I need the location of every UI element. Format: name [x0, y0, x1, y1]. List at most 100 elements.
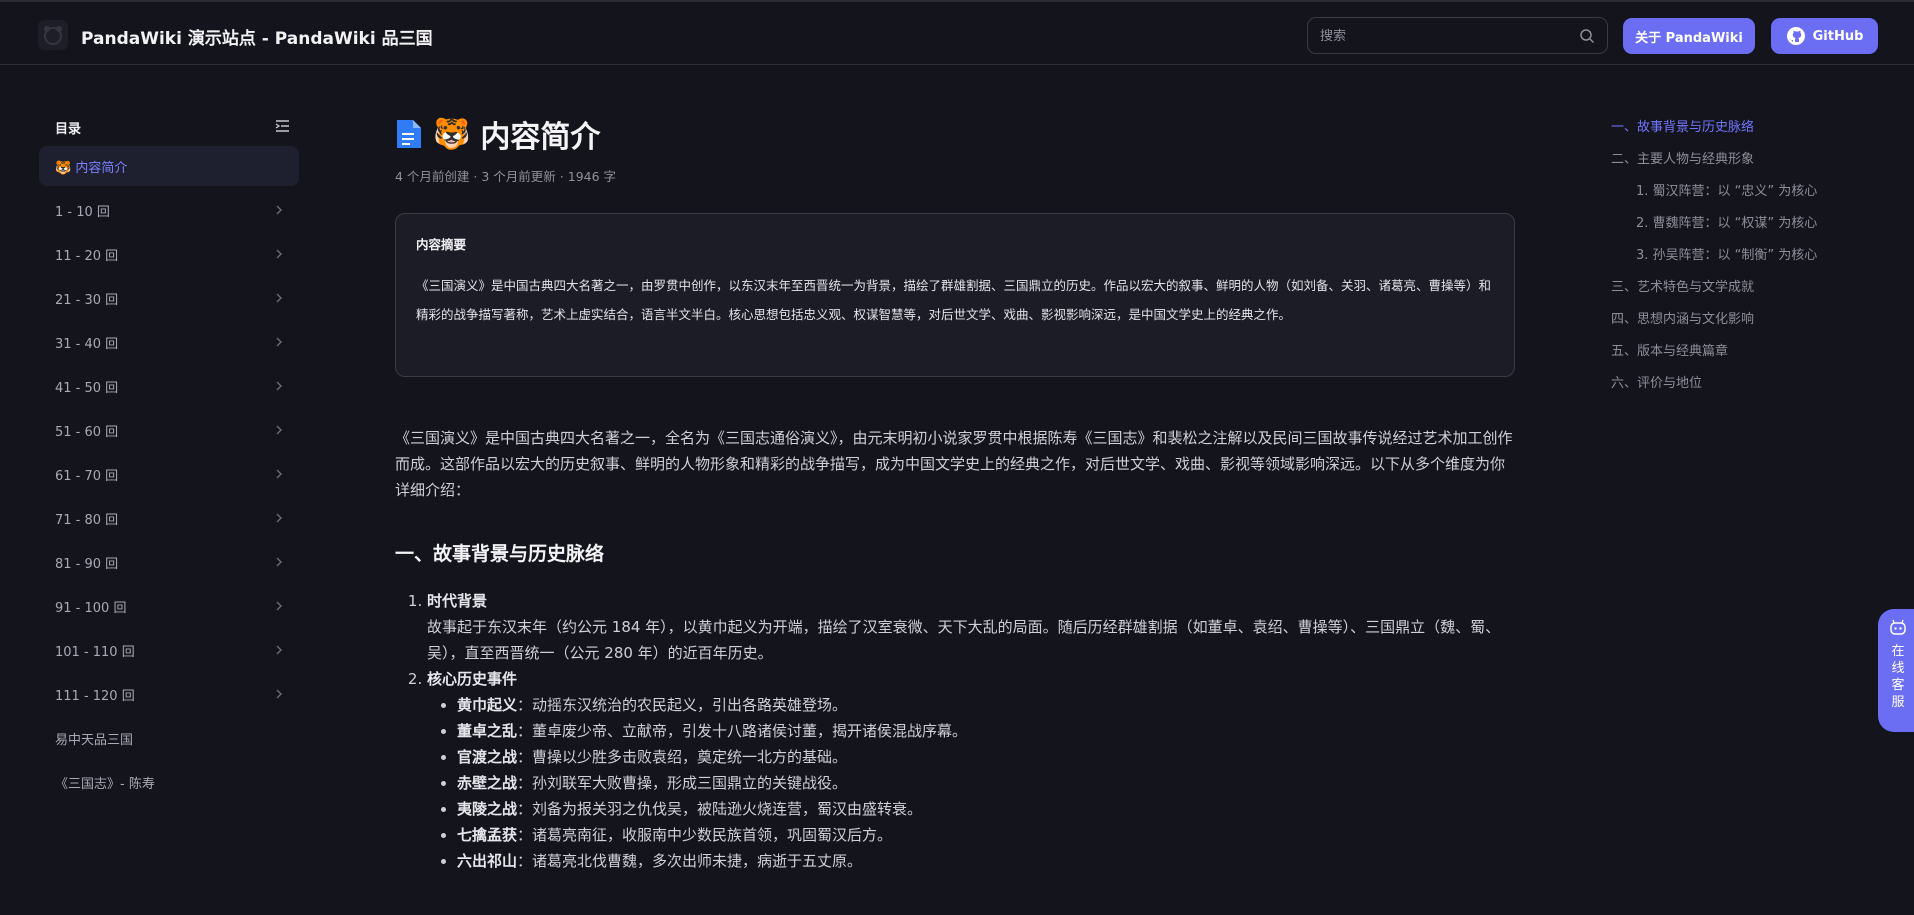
event-item: 黄巾起义：动摇东汉统治的农民起义，引出各路英雄登场。	[457, 692, 1515, 718]
event-name: 黄巾起义	[457, 696, 518, 714]
chevron-right-icon[interactable]	[275, 380, 285, 392]
chevron-right-icon[interactable]	[275, 600, 285, 612]
toc-link[interactable]: 三、艺术特色与文学成就	[1611, 277, 1851, 309]
event-name: 赤壁之战	[457, 774, 518, 792]
left-sidebar: 目录 🐯 内容简介 1 - 10 回 11 - 20 回 21 - 30 回 31 - …	[39, 112, 299, 802]
tiger-emoji: 🐯	[433, 116, 471, 152]
toc-link[interactable]: 2. 曹魏阵营：以 “权谋” 为核心	[1611, 213, 1851, 245]
sidebar-item[interactable]: 101 - 110 回	[39, 630, 299, 670]
sidebar-item-label: 61 - 70 回	[55, 468, 119, 484]
event-desc: ：诸葛亮北伐曹魏，多次出师未捷，病逝于五丈原。	[517, 852, 863, 870]
site-logo[interactable]	[38, 20, 68, 50]
sidebar-item-label: 91 - 100 回	[55, 600, 127, 616]
word-count: 1946 字	[567, 169, 617, 184]
summary-heading: 内容摘要	[416, 237, 467, 252]
sidebar-item-label: 81 - 90 回	[55, 556, 119, 572]
event-item: 官渡之战：曹操以少胜多击败袁绍，奠定统一北方的基础。	[457, 744, 1515, 770]
event-item: 董卓之乱：董卓废少帝、立献帝，引发十八路诸侯讨董，揭开诸侯混战序幕。	[457, 718, 1515, 744]
page-title-row: 🐯 内容简介	[395, 108, 1515, 160]
chevron-right-icon[interactable]	[275, 424, 285, 436]
sidebar-item[interactable]: 🐯 内容简介	[39, 146, 299, 186]
sidebar-item[interactable]: 61 - 70 回	[39, 454, 299, 494]
chevron-right-icon[interactable]	[275, 336, 285, 348]
event-name: 夷陵之战	[457, 800, 518, 818]
chevron-right-icon[interactable]	[275, 644, 285, 656]
chevron-right-icon[interactable]	[275, 292, 285, 304]
search-box[interactable]	[1307, 17, 1608, 54]
toc-link[interactable]: 五、版本与经典篇章	[1611, 341, 1851, 373]
sidebar-item[interactable]: 71 - 80 回	[39, 498, 299, 538]
meta-separator: ·	[559, 169, 568, 184]
sidebar-item[interactable]: 51 - 60 回	[39, 410, 299, 450]
sidebar-item[interactable]: 81 - 90 回	[39, 542, 299, 582]
sidebar-header: 目录	[39, 112, 299, 142]
updated-time: 3 个月前更新	[481, 169, 556, 184]
sidebar-item-label: 101 - 110 回	[55, 644, 135, 660]
service-label: 在线客服	[1891, 644, 1905, 710]
sidebar-item[interactable]: 31 - 40 回	[39, 322, 299, 362]
search-icon[interactable]	[1579, 28, 1595, 44]
created-time: 4 个月前创建	[395, 169, 470, 184]
document-icon	[397, 120, 421, 148]
event-desc: ：孙刘联军大败曹操，形成三国鼎立的关键战役。	[517, 774, 848, 792]
event-item: 夷陵之战：刘备为报关羽之仇伐吴，被陆逊火烧连营，蜀汉由盛转衰。	[457, 796, 1515, 822]
sidebar-item-label: 51 - 60 回	[55, 424, 119, 440]
chevron-right-icon[interactable]	[275, 688, 285, 700]
sidebar-title: 目录	[55, 122, 82, 137]
events-list: 黄巾起义：动摇东汉统治的农民起义，引出各路英雄登场。董卓之乱：董卓废少帝、立献帝…	[427, 692, 1515, 874]
sidebar-item[interactable]: 易中天品三国	[39, 718, 299, 758]
sidebar-item[interactable]: 91 - 100 回	[39, 586, 299, 626]
list-item: 核心历史事件 黄巾起义：动摇东汉统治的农民起义，引出各路英雄登场。董卓之乱：董卓…	[427, 666, 1515, 874]
sidebar-item[interactable]: 21 - 30 回	[39, 278, 299, 318]
summary-text: 《三国演义》是中国古典四大名著之一，由罗贯中创作，以东汉末年至西晋统一为背景，描…	[416, 278, 1492, 322]
sidebar-item-label: 🐯 内容简介	[55, 160, 128, 176]
background-list: 时代背景 故事起于东汉末年（约公元 184 年），以黄巾起义为开端，描绘了汉室衰…	[395, 588, 1515, 874]
sidebar-item-label: 11 - 20 回	[55, 248, 119, 264]
sidebar-item[interactable]: 1 - 10 回	[39, 190, 299, 230]
sidebar-item[interactable]: 111 - 120 回	[39, 674, 299, 714]
intro-paragraph: 《三国演义》是中国古典四大名著之一，全名为《三国志通俗演义》，由元末明初小说家罗…	[395, 429, 1513, 499]
chevron-right-icon[interactable]	[275, 468, 285, 480]
github-button[interactable]: GitHub	[1771, 18, 1878, 54]
toc-link[interactable]: 3. 孙吴阵营：以 “制衡” 为核心	[1611, 245, 1851, 277]
sidebar-item[interactable]: 41 - 50 回	[39, 366, 299, 406]
article-meta: 4 个月前创建 · 3 个月前更新 · 1946 字	[395, 166, 1515, 185]
toc-link[interactable]: 1. 蜀汉阵营：以 “忠义” 为核心	[1611, 181, 1851, 213]
event-desc: ：诸葛亮南征，收服南中少数民族首领，巩固蜀汉后方。	[517, 826, 893, 844]
chevron-right-icon[interactable]	[275, 204, 285, 216]
toc-link[interactable]: 四、思想内涵与文化影响	[1611, 309, 1851, 341]
search-input[interactable]	[1320, 26, 1570, 46]
event-name: 七擒孟获	[457, 826, 518, 844]
right-toc: 一、故事背景与历史脉络 二、主要人物与经典形象 1. 蜀汉阵营：以 “忠义” 为核心…	[1611, 117, 1851, 405]
top-header: PandaWiki 演示站点 - PandaWiki 品三国 关于 PandaW…	[0, 0, 1914, 65]
event-name: 六出祁山	[457, 852, 518, 870]
list-item: 时代背景 故事起于东汉末年（约公元 184 年），以黄巾起义为开端，描绘了汉室衰…	[427, 588, 1515, 666]
toc-link[interactable]: 二、主要人物与经典形象	[1611, 149, 1851, 181]
about-pandawiki-button[interactable]: 关于 PandaWiki	[1623, 18, 1755, 54]
site-title[interactable]: PandaWiki 演示站点 - PandaWiki 品三国	[81, 24, 433, 49]
chevron-right-icon[interactable]	[275, 512, 285, 524]
event-name: 董卓之乱	[457, 722, 518, 740]
item-title: 核心历史事件	[427, 670, 518, 688]
event-desc: ：曹操以少胜多击败袁绍，奠定统一北方的基础。	[517, 748, 848, 766]
event-item: 赤壁之战：孙刘联军大败曹操，形成三国鼎立的关键战役。	[457, 770, 1515, 796]
toc-link[interactable]: 一、故事背景与历史脉络	[1611, 117, 1851, 149]
sidebar-item[interactable]: 《三国志》- 陈寿	[39, 762, 299, 802]
summary-box: 内容摘要 《三国演义》是中国古典四大名著之一，由罗贯中创作，以东汉末年至西晋统一…	[395, 213, 1515, 377]
item-text: 故事起于东汉末年（约公元 184 年），以黄巾起义为开端，描绘了汉室衰微、天下大…	[427, 618, 1501, 662]
chevron-right-icon[interactable]	[275, 556, 285, 568]
chevron-right-icon[interactable]	[275, 248, 285, 260]
sidebar-item[interactable]: 11 - 20 回	[39, 234, 299, 274]
sidebar-item-label: 31 - 40 回	[55, 336, 119, 352]
event-desc: ：动摇东汉统治的农民起义，引出各路英雄登场。	[517, 696, 848, 714]
github-icon	[1786, 27, 1805, 45]
event-item: 六出祁山：诸葛亮北伐曹魏，多次出师未捷，病逝于五丈原。	[457, 848, 1515, 874]
online-service-button[interactable]: 在线客服	[1878, 609, 1914, 732]
sidebar-item-label: 21 - 30 回	[55, 292, 119, 308]
sidebar-item-label: 1 - 10 回	[55, 204, 110, 220]
event-desc: ：董卓废少帝、立献帝，引发十八路诸侯讨董，揭开诸侯混战序幕。	[517, 722, 968, 740]
sidebar-item-label: 易中天品三国	[55, 732, 134, 748]
event-item: 七擒孟获：诸葛亮南征，收服南中少数民族首领，巩固蜀汉后方。	[457, 822, 1515, 848]
collapse-menu-icon[interactable]	[275, 118, 291, 134]
toc-link[interactable]: 六、评价与地位	[1611, 373, 1851, 405]
